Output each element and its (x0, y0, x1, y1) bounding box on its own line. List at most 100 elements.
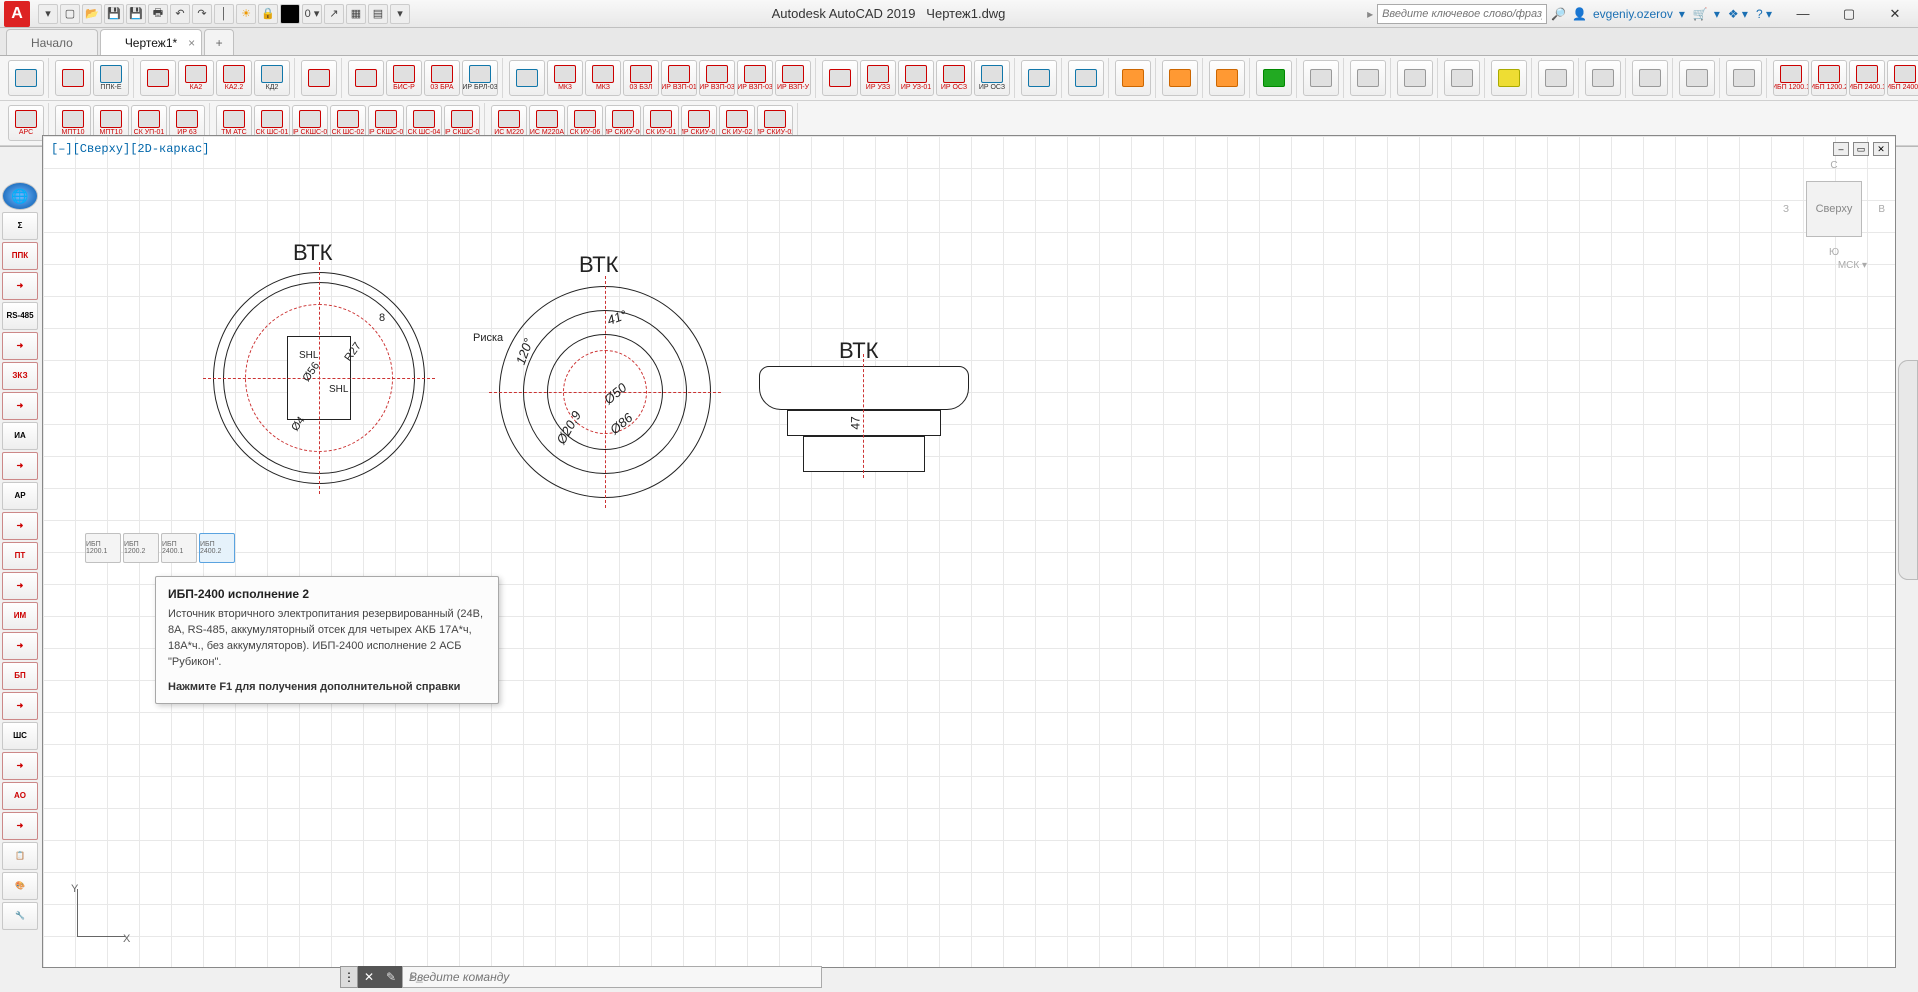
ribbon-button[interactable]: ИР ВЗП-У (775, 60, 811, 96)
left-tool-button[interactable]: ИМ (2, 602, 38, 630)
ribbon-button[interactable]: ИР ВЗП-03 (699, 60, 735, 96)
left-tool-button[interactable]: Σ (2, 212, 38, 240)
ribbon-button[interactable] (1303, 60, 1339, 96)
ribbon-button[interactable] (509, 60, 545, 96)
ribbon-button[interactable] (348, 60, 384, 96)
left-tool-button[interactable]: ➜ (2, 332, 38, 360)
left-tool-button[interactable]: ➜ (2, 692, 38, 720)
left-tool-button[interactable]: ПТ (2, 542, 38, 570)
layers-icon[interactable]: ▦ (346, 4, 366, 24)
ribbon-button[interactable]: 03 БЗЛ (623, 60, 659, 96)
left-tool-button[interactable]: БП (2, 662, 38, 690)
ribbon-button[interactable] (8, 60, 44, 96)
ribbon-button[interactable]: ИР ОСЗ (974, 60, 1010, 96)
lock-icon[interactable]: 🔒 (258, 4, 278, 24)
props-icon[interactable]: ▤ (368, 4, 388, 24)
app-logo[interactable]: A (4, 1, 30, 27)
ribbon-button[interactable] (1632, 60, 1668, 96)
cmd-handle-icon[interactable]: ⋮ (340, 966, 358, 988)
ribbon-button[interactable]: БИС-Р (386, 60, 422, 96)
left-tool-button[interactable]: 🎨 (2, 872, 38, 900)
minimize-button[interactable]: — (1780, 0, 1826, 28)
ribbon-button[interactable]: ИБП 2400.1 (1849, 60, 1885, 96)
ribbon-button[interactable] (1726, 60, 1762, 96)
save-icon[interactable]: 💾 (104, 4, 124, 24)
left-tool-button[interactable]: 🔧 (2, 902, 38, 930)
ribbon-button[interactable]: КА2 (178, 60, 214, 96)
user-account[interactable]: 👤 evgeniy.ozerov ▾ (1572, 7, 1685, 21)
ribbon-button[interactable] (1538, 60, 1574, 96)
left-tool-button[interactable]: АО (2, 782, 38, 810)
new-icon[interactable]: ▢ (60, 4, 80, 24)
ribbon-button[interactable] (1256, 60, 1292, 96)
cmd-close-icon[interactable]: ✕ (358, 966, 380, 988)
ribbon-button[interactable] (1162, 60, 1198, 96)
ribbon-button[interactable]: МК3 (547, 60, 583, 96)
left-tool-button[interactable]: ➜ (2, 272, 38, 300)
ribbon-button[interactable] (55, 60, 91, 96)
ribbon-button[interactable]: ИР ВЗП-01 (661, 60, 697, 96)
ribbon-button[interactable] (140, 60, 176, 96)
ribbon-button[interactable] (1209, 60, 1245, 96)
ribbon-button[interactable]: ИР ВЗП-03 (737, 60, 773, 96)
left-tool-button[interactable]: ➜ (2, 812, 38, 840)
left-tool-button[interactable]: RS-485 (2, 302, 38, 330)
search-icon[interactable]: 🔎 (1551, 7, 1566, 21)
ribbon-button[interactable]: ИР УЗЗ (860, 60, 896, 96)
undo-icon[interactable]: ↶ (170, 4, 190, 24)
ribbon-button[interactable] (822, 60, 858, 96)
qat-more-icon[interactable]: ▾ (390, 4, 410, 24)
subrow-button[interactable]: ИБП 2400.1 (161, 533, 197, 563)
maximize-button[interactable]: ▢ (1826, 0, 1872, 28)
ribbon-button[interactable]: КА2.2 (216, 60, 252, 96)
ribbon-button[interactable]: 03 БРА (424, 60, 460, 96)
left-tool-button[interactable]: ➜ (2, 512, 38, 540)
left-tool-button[interactable]: ППК (2, 242, 38, 270)
drawing-canvas[interactable]: [–][Сверху][2D-каркас] – ▭ ✕ Сверху С Ю … (42, 135, 1896, 968)
ribbon-button[interactable] (1350, 60, 1386, 96)
left-tool-button[interactable]: ➜ (2, 452, 38, 480)
share-icon[interactable]: ↗ (324, 4, 344, 24)
open-icon[interactable]: 📂 (82, 4, 102, 24)
ucs-icon[interactable]: Y X (67, 887, 127, 947)
left-tool-button[interactable]: 🌐 (2, 182, 38, 210)
ribbon-button[interactable] (1444, 60, 1480, 96)
ribbon-button[interactable]: АРС (8, 105, 44, 141)
menu-dropdown-icon[interactable]: ▾ (38, 4, 58, 24)
ribbon-button[interactable]: ППК-Е (93, 60, 129, 96)
tab-active[interactable]: Чертеж1* × (100, 29, 202, 55)
search-chevron-icon[interactable]: ▸ (1367, 7, 1373, 21)
tab-close-icon[interactable]: × (188, 36, 195, 50)
ribbon-button[interactable]: ИР ОСЗ (936, 60, 972, 96)
nav-bar[interactable] (1898, 360, 1918, 580)
command-input[interactable] (402, 966, 822, 988)
ribbon-button[interactable] (1021, 60, 1057, 96)
ribbon-button[interactable]: МКЗ (585, 60, 621, 96)
ribbon-button[interactable] (1397, 60, 1433, 96)
swatch-dd[interactable]: 0 ▾ (302, 4, 322, 24)
left-tool-button[interactable]: ➜ (2, 632, 38, 660)
tab-add-button[interactable]: + (204, 29, 234, 55)
ribbon-button[interactable]: КД2 (254, 60, 290, 96)
ribbon-button[interactable]: ИР БРЛ-03 (462, 60, 498, 96)
subrow-button[interactable]: ИБП 2400.2 (199, 533, 235, 563)
ribbon-button[interactable]: ИР УЗ-01 (898, 60, 934, 96)
ribbon-button[interactable] (1679, 60, 1715, 96)
help-icon[interactable]: ? ▾ (1756, 7, 1772, 21)
ribbon-button[interactable] (1491, 60, 1527, 96)
ribbon-button[interactable] (1115, 60, 1151, 96)
left-tool-button[interactable]: ИА (2, 422, 38, 450)
left-tool-button[interactable]: ЗКЗ (2, 362, 38, 390)
tab-start[interactable]: Начало (6, 29, 98, 55)
search-input[interactable] (1377, 4, 1547, 24)
ribbon-button[interactable]: ИБП 2400.2 (1887, 60, 1918, 96)
left-tool-button[interactable]: ➜ (2, 392, 38, 420)
subrow-button[interactable]: ИБП 1200.2 (123, 533, 159, 563)
saveas-icon[interactable]: 💾 (126, 4, 146, 24)
ribbon-button[interactable] (1585, 60, 1621, 96)
left-tool-button[interactable]: ➜ (2, 752, 38, 780)
ribbon-button[interactable] (1068, 60, 1104, 96)
sun-icon[interactable]: ☀ (236, 4, 256, 24)
close-button[interactable]: ✕ (1872, 0, 1918, 28)
cmd-recent-icon[interactable]: ✎ (380, 966, 402, 988)
